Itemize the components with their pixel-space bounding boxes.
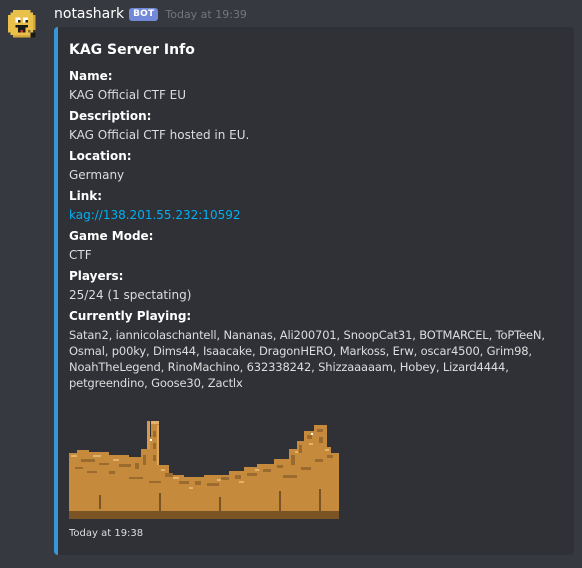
pixel-face-avatar-icon bbox=[8, 10, 36, 38]
field-label: Description: bbox=[69, 109, 152, 123]
message-timestamp: Today at 19:39 bbox=[165, 7, 247, 21]
server-link[interactable]: kag://138.201.55.232:10592 bbox=[69, 208, 240, 222]
field-value: Satan2, iannicolaschantell, Nananas, Ali… bbox=[69, 328, 545, 390]
field-label: Location: bbox=[69, 149, 132, 163]
field-label: Currently Playing: bbox=[69, 309, 192, 323]
field-name: Name: KAG Official CTF EU bbox=[69, 69, 564, 103]
field-location: Location: Germany bbox=[69, 149, 564, 183]
field-game-mode: Game Mode: CTF bbox=[69, 229, 564, 263]
field-value: CTF bbox=[69, 248, 92, 262]
field-label: Name: bbox=[69, 69, 113, 83]
field-description: Description: KAG Official CTF hosted in … bbox=[69, 109, 564, 143]
field-value: kag://138.201.55.232:10592 bbox=[69, 207, 564, 223]
message-header: notashark BOT Today at 19:39 bbox=[54, 5, 247, 23]
field-value: KAG Official CTF hosted in EU. bbox=[69, 128, 250, 142]
field-label: Players: bbox=[69, 269, 124, 283]
field-value: Germany bbox=[69, 168, 125, 182]
field-label: Game Mode: bbox=[69, 229, 154, 243]
map-minimap-image[interactable] bbox=[69, 419, 339, 519]
field-label: Link: bbox=[69, 189, 103, 203]
embed-card: KAG Server Info Name: KAG Official CTF E… bbox=[54, 27, 574, 555]
chat-message: notashark BOT Today at 19:39 KAG Server … bbox=[0, 0, 582, 568]
embed-title: KAG Server Info bbox=[69, 42, 195, 58]
embed-footer-timestamp: Today at 19:38 bbox=[69, 528, 144, 539]
field-link: Link: kag://138.201.55.232:10592 bbox=[69, 189, 564, 223]
username[interactable]: notashark bbox=[54, 6, 124, 22]
field-currently-playing: Currently Playing: Satan2, iannicolascha… bbox=[69, 309, 564, 391]
avatar[interactable] bbox=[8, 10, 38, 40]
field-value: 25/24 (1 spectating) bbox=[69, 288, 192, 302]
bot-badge: BOT bbox=[129, 7, 159, 21]
embed-content: KAG Server Info Name: KAG Official CTF E… bbox=[69, 40, 564, 397]
field-value: KAG Official CTF EU bbox=[69, 88, 187, 102]
field-players: Players: 25/24 (1 spectating) bbox=[69, 269, 564, 303]
